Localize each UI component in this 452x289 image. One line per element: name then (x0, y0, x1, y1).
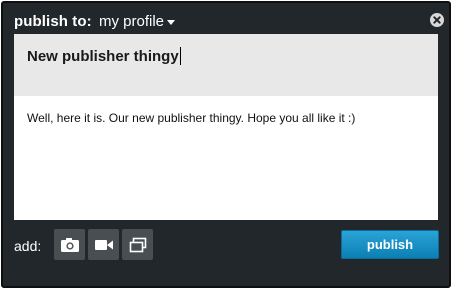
camera-icon (60, 237, 79, 252)
text-cursor (179, 47, 181, 65)
add-photo-button[interactable] (54, 229, 85, 260)
publish-button-label: publish (366, 237, 414, 252)
link-preview-icon (129, 237, 146, 252)
profile-dropdown[interactable]: my profile (99, 13, 176, 30)
publish-to-label: publish to: (14, 13, 92, 30)
publisher-dialog: publish to: my profile New publisher thi… (1, 1, 451, 288)
chevron-down-icon (167, 19, 176, 25)
add-video-button[interactable] (88, 229, 119, 260)
close-icon (433, 16, 441, 24)
close-button[interactable] (430, 13, 444, 27)
post-body-textarea[interactable]: Well, here it is. Our new publisher thin… (14, 96, 438, 220)
post-title-text: New publisher thingy (27, 48, 179, 65)
profile-dropdown-value: my profile (99, 13, 165, 30)
publish-button[interactable]: publish (341, 230, 439, 259)
add-link-button[interactable] (122, 229, 153, 260)
video-camera-icon (94, 239, 113, 250)
post-body-text: Well, here it is. Our new publisher thin… (27, 111, 356, 125)
add-label: add: (14, 238, 42, 254)
post-title-input[interactable]: New publisher thingy (14, 34, 438, 96)
